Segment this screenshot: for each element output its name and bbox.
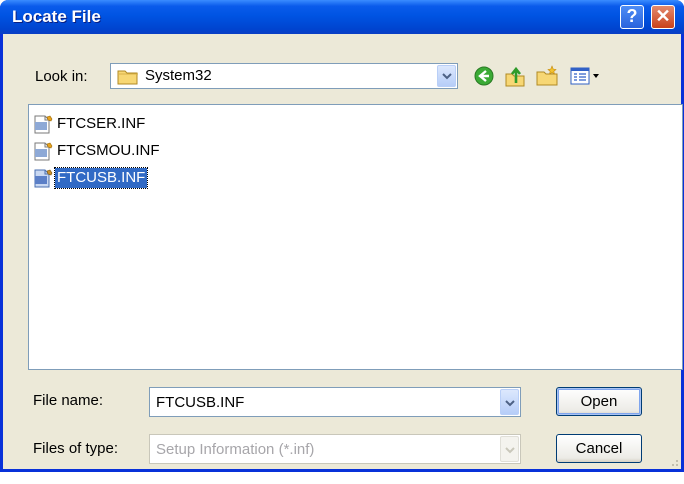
cancel-button[interactable]: Cancel: [556, 434, 642, 463]
list-item[interactable]: FTCSMOU.INF: [33, 140, 162, 162]
look-in-label: Look in:: [35, 68, 88, 85]
help-icon: ?: [626, 6, 638, 26]
inf-file-icon: [34, 169, 53, 188]
file-name-label: File name:: [33, 392, 104, 409]
file-name: FTCSMOU.INF: [57, 142, 160, 159]
chevron-down-icon: [505, 400, 515, 407]
title-bar[interactable]: Locate File ? ✕: [0, 0, 684, 34]
chevron-down-icon: [442, 73, 452, 80]
file-list[interactable]: FTCSER.INF FTCSMOU.INF FTCUSB.INF: [28, 104, 683, 370]
inf-file-icon: [34, 142, 53, 161]
chevron-down-icon: [505, 447, 515, 454]
inf-file-icon: [34, 115, 53, 134]
file-type-dropdown-button: [500, 436, 519, 462]
help-button[interactable]: ?: [620, 5, 644, 29]
file-type-dropdown: Setup Information (*.inf): [149, 434, 521, 464]
look-in-dropdown-button[interactable]: [437, 65, 456, 87]
file-type-value: Setup Information (*.inf): [156, 441, 315, 458]
file-type-label: Files of type:: [33, 440, 119, 457]
folder-icon: [117, 70, 138, 85]
new-folder-icon[interactable]: [535, 64, 559, 88]
close-icon: ✕: [655, 6, 671, 26]
file-name-input[interactable]: FTCUSB.INF: [149, 387, 521, 417]
file-name-dropdown-button[interactable]: [500, 389, 519, 415]
list-item-selected[interactable]: FTCUSB.INF: [33, 167, 149, 189]
resize-grip-icon[interactable]: [667, 455, 679, 467]
open-button[interactable]: Open: [556, 387, 642, 416]
list-item[interactable]: FTCSER.INF: [33, 113, 147, 135]
locate-file-dialog: Locate File ? ✕ Look in: System32 FTCSER…: [0, 0, 684, 472]
back-icon[interactable]: [472, 64, 496, 88]
up-folder-icon[interactable]: [503, 64, 527, 88]
file-name-value: FTCUSB.INF: [156, 394, 245, 411]
look-in-dropdown[interactable]: System32: [110, 63, 458, 89]
view-menu-icon[interactable]: [569, 64, 603, 88]
dialog-title: Locate File: [12, 7, 101, 26]
file-name: FTCUSB.INF: [53, 167, 149, 189]
file-name: FTCSER.INF: [57, 115, 146, 132]
look-in-value: System32: [145, 67, 212, 84]
close-button[interactable]: ✕: [651, 5, 675, 29]
